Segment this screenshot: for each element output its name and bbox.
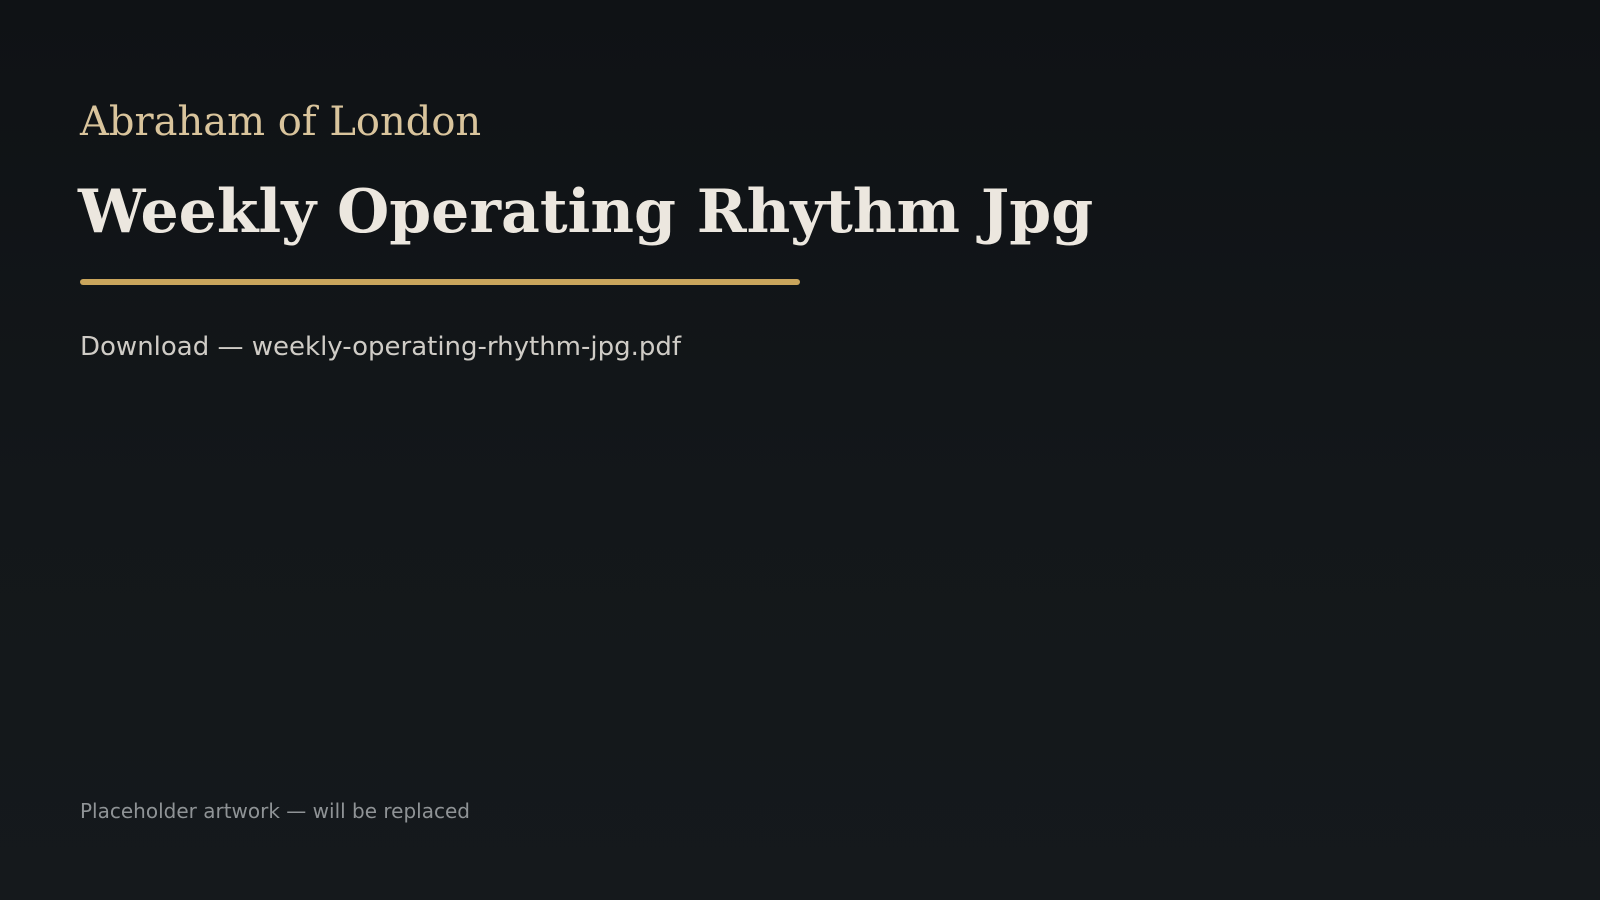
page-title: Weekly Operating Rhythm Jpg xyxy=(78,177,1094,247)
brand-name: Abraham of London xyxy=(80,99,482,145)
accent-divider xyxy=(80,279,800,285)
placeholder-note: Placeholder artwork — will be replaced xyxy=(80,799,470,823)
download-link[interactable]: Download — weekly-operating-rhythm-jpg.p… xyxy=(80,332,681,363)
